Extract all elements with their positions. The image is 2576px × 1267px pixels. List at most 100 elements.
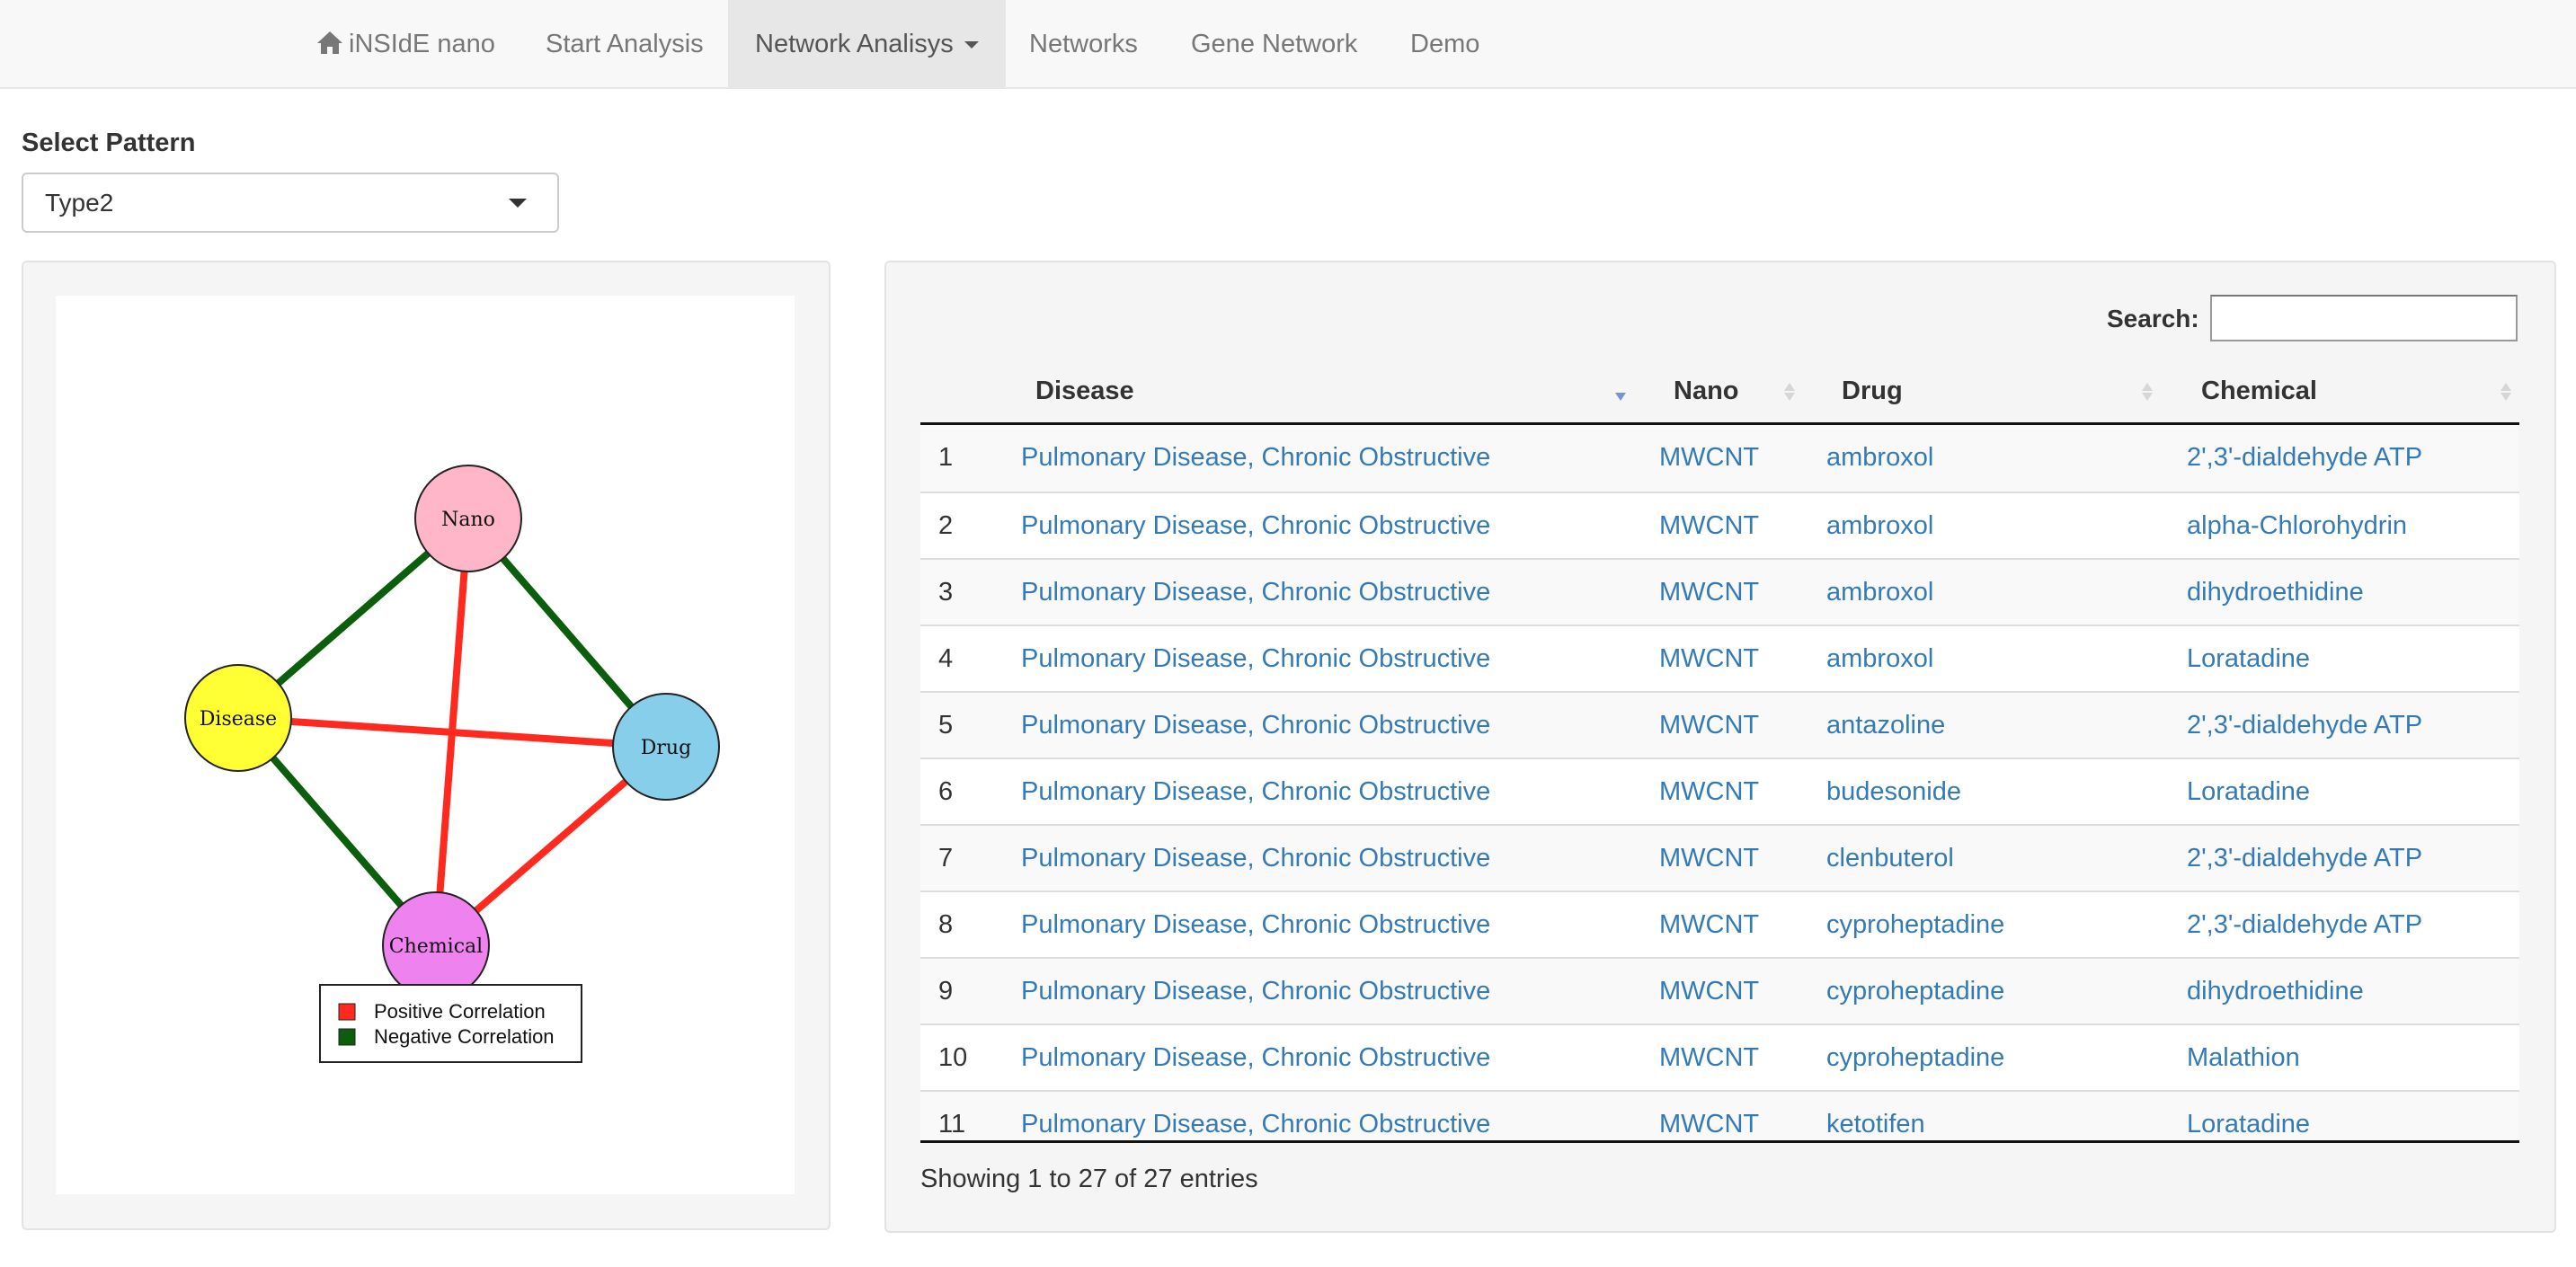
- search-input[interactable]: [2210, 295, 2518, 341]
- column-header-drug[interactable]: Drug: [1842, 359, 1903, 423]
- row-number: 10: [938, 1043, 968, 1072]
- drug-link[interactable]: ketotifen: [1826, 1092, 1925, 1140]
- nano-link[interactable]: MWCNT: [1659, 759, 1759, 824]
- column-header-chemical[interactable]: Chemical: [2201, 359, 2317, 423]
- drug-link[interactable]: cyproheptadine: [1826, 892, 2004, 957]
- network-graph: Nano Disease Drug Chemical Positive Correlat…: [184, 465, 720, 1063]
- pattern-select[interactable]: Type2: [22, 173, 559, 233]
- legend-swatch: [338, 1028, 356, 1046]
- chemical-link[interactable]: 2',3'-dialdehyde ATP: [2187, 826, 2422, 890]
- chemical-link[interactable]: dihydroethidine: [2187, 560, 2364, 625]
- search-label: Search:: [2107, 305, 2199, 332]
- top-navbar: iNSIdE nano Start Analysis Network Anali…: [0, 0, 2576, 89]
- drug-link[interactable]: cyproheptadine: [1826, 1025, 2004, 1090]
- nano-link[interactable]: MWCNT: [1659, 626, 1759, 691]
- chevron-down-icon: [509, 199, 527, 208]
- drug-link[interactable]: budesonide: [1826, 759, 1961, 824]
- legend-swatch: [338, 1003, 356, 1021]
- chemical-link[interactable]: Loratadine: [2187, 626, 2310, 691]
- sort-both-icon[interactable]: [2141, 382, 2154, 402]
- disease-link[interactable]: Pulmonary Disease, Chronic Obstructive: [1021, 626, 1490, 691]
- disease-link[interactable]: Pulmonary Disease, Chronic Obstructive: [1021, 759, 1490, 824]
- disease-link[interactable]: Pulmonary Disease, Chronic Obstructive: [1021, 892, 1490, 957]
- drug-link[interactable]: antazoline: [1826, 693, 1945, 758]
- row-number: 1: [938, 443, 954, 472]
- chemical-link[interactable]: 2',3'-dialdehyde ATP: [2187, 425, 2422, 490]
- disease-link[interactable]: Pulmonary Disease, Chronic Obstructive: [1021, 826, 1490, 890]
- nano-link[interactable]: MWCNT: [1659, 693, 1759, 758]
- table-row: 8 Pulmonary Disease, Chronic Obstructive M…: [920, 890, 2519, 957]
- drug-link[interactable]: cyproheptadine: [1826, 959, 2004, 1023]
- nav-gene-network[interactable]: Gene Network: [1191, 0, 1357, 89]
- chevron-down-icon: [964, 41, 979, 49]
- nano-link[interactable]: MWCNT: [1659, 493, 1759, 558]
- sort-desc-icon[interactable]: [1614, 382, 1627, 402]
- column-header-disease[interactable]: Disease: [1035, 359, 1134, 423]
- home-icon: [316, 3, 343, 92]
- drug-link[interactable]: clenbuterol: [1826, 826, 1954, 890]
- legend-label: Positive Correlation: [374, 1000, 546, 1023]
- disease-link[interactable]: Pulmonary Disease, Chronic Obstructive: [1021, 1025, 1490, 1090]
- table-row: 1 Pulmonary Disease, Chronic Obstructive M…: [920, 425, 2519, 492]
- chemical-link[interactable]: 2',3'-dialdehyde ATP: [2187, 693, 2422, 758]
- row-number: 9: [938, 977, 954, 1006]
- nano-link[interactable]: MWCNT: [1659, 959, 1759, 1023]
- select-pattern-label: Select Pattern: [22, 128, 196, 157]
- drug-link[interactable]: ambroxol: [1826, 626, 1933, 691]
- table-row: 11 Pulmonary Disease, Chronic Obstructive…: [920, 1090, 2519, 1140]
- row-number: 11: [938, 1110, 966, 1139]
- disease-link[interactable]: Pulmonary Disease, Chronic Obstructive: [1021, 560, 1490, 625]
- table-row: 2 Pulmonary Disease, Chronic Obstructive M…: [920, 492, 2519, 558]
- table-row: 5 Pulmonary Disease, Chronic Obstructive M…: [920, 691, 2519, 758]
- row-number: 6: [938, 777, 954, 806]
- legend-label: Negative Correlation: [374, 1025, 555, 1048]
- table-header: Disease Nano Drug Chemical: [920, 359, 2519, 425]
- nano-link[interactable]: MWCNT: [1659, 1025, 1759, 1090]
- table-row: 10 Pulmonary Disease, Chronic Obstructive…: [920, 1023, 2519, 1090]
- drug-link[interactable]: ambroxol: [1826, 425, 1933, 490]
- disease-link[interactable]: Pulmonary Disease, Chronic Obstructive: [1021, 693, 1490, 758]
- network-plot: Nano Disease Drug Chemical Positive Correlat…: [56, 296, 795, 1194]
- table-row: 4 Pulmonary Disease, Chronic Obstructive M…: [920, 625, 2519, 691]
- nav-networks[interactable]: Networks: [1029, 0, 1138, 89]
- row-number: 3: [938, 578, 954, 607]
- chemical-link[interactable]: alpha-Chlorohydrin: [2187, 493, 2407, 558]
- drug-link[interactable]: ambroxol: [1826, 560, 1933, 625]
- table-body: 1 Pulmonary Disease, Chronic Obstructive M…: [920, 425, 2519, 1143]
- chemical-link[interactable]: Loratadine: [2187, 1092, 2310, 1140]
- chemical-link[interactable]: Loratadine: [2187, 759, 2310, 824]
- node-label-chemical: Chemical: [389, 935, 483, 958]
- nav-demo[interactable]: Demo: [1410, 0, 1479, 89]
- pattern-select-value: Type2: [45, 189, 114, 217]
- nano-link[interactable]: MWCNT: [1659, 1092, 1759, 1140]
- sort-both-icon[interactable]: [1783, 382, 1796, 402]
- nano-link[interactable]: MWCNT: [1659, 560, 1759, 625]
- row-number: 5: [938, 711, 954, 740]
- legend-box: [319, 984, 582, 1063]
- drug-link[interactable]: ambroxol: [1826, 493, 1933, 558]
- table-row: 7 Pulmonary Disease, Chronic Obstructive M…: [920, 824, 2519, 890]
- disease-link[interactable]: Pulmonary Disease, Chronic Obstructive: [1021, 959, 1490, 1023]
- nano-link[interactable]: MWCNT: [1659, 425, 1759, 490]
- node-label-disease: Disease: [200, 708, 277, 731]
- table-row: 3 Pulmonary Disease, Chronic Obstructive M…: [920, 558, 2519, 625]
- nano-link[interactable]: MWCNT: [1659, 826, 1759, 890]
- row-number: 4: [938, 644, 954, 673]
- nav-brand-label: iNSIdE nano: [349, 30, 495, 58]
- chemical-link[interactable]: 2',3'-dialdehyde ATP: [2187, 892, 2422, 957]
- disease-link[interactable]: Pulmonary Disease, Chronic Obstructive: [1021, 1092, 1490, 1140]
- nano-link[interactable]: MWCNT: [1659, 892, 1759, 957]
- nav-brand-home[interactable]: iNSIdE nano: [316, 0, 495, 89]
- disease-link[interactable]: Pulmonary Disease, Chronic Obstructive: [1021, 493, 1490, 558]
- chemical-link[interactable]: dihydroethidine: [2187, 959, 2364, 1023]
- disease-link[interactable]: Pulmonary Disease, Chronic Obstructive: [1021, 425, 1490, 490]
- table-info: Showing 1 to 27 of 27 entries: [920, 1165, 1258, 1193]
- sort-both-icon[interactable]: [2500, 382, 2512, 402]
- nav-network-analysis-label: Network Analisys: [755, 30, 954, 58]
- row-number: 7: [938, 844, 954, 873]
- nav-start-analysis[interactable]: Start Analysis: [546, 0, 704, 89]
- chemical-link[interactable]: Malathion: [2187, 1025, 2300, 1090]
- table-row: 6 Pulmonary Disease, Chronic Obstructive M…: [920, 758, 2519, 824]
- nav-network-analysis-dropdown[interactable]: Network Analisys: [728, 0, 1006, 89]
- column-header-nano[interactable]: Nano: [1674, 359, 1739, 423]
